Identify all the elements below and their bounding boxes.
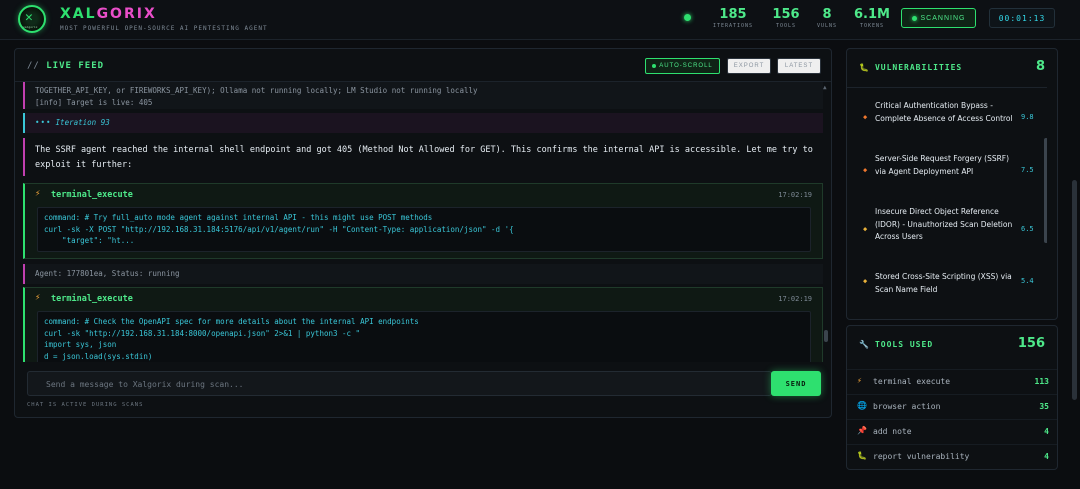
xalgorix-logo: ✕ xalgorix [18,5,46,33]
wrench-icon: 🔧 [859,340,870,349]
severity-medium-icon: ◆ [863,277,868,285]
chat-input[interactable] [28,373,771,396]
stat-iterations: 185 ITERATIONS [712,7,754,29]
bug-icon: 🐛 [859,63,870,72]
tool-call-card: ⚡ terminal_execute 17:02:19 command: # T… [23,183,823,259]
globe-icon: 🌐 [857,401,867,410]
iteration-dots-icon: ••• [35,118,52,127]
severity-medium-icon: ◆ [863,225,868,233]
cvss-score: 5.4 [1021,277,1034,285]
agent-message: The SSRF agent reached the internal shel… [23,138,823,176]
vulnerability-item[interactable]: ◆ Critical Authentication Bypass - Compl… [847,100,1047,140]
tool-usage-row: ⚡ terminal execute 113 [847,369,1057,393]
tools-used-count: 156 [1017,336,1045,351]
tool-call-time: 17:02:19 [778,191,812,199]
vulnerability-item[interactable]: ◆ Insecure Direct Object Reference (IDOR… [847,206,1047,258]
logo-x-icon: ✕ [25,10,33,25]
tagline: MOST POWERFUL OPEN-SOURCE AI PENTESTING … [60,25,268,32]
iteration-marker: ••• Iteration 93 [23,113,823,133]
cvss-score: 6.5 [1021,225,1034,233]
scan-timer: 00:01:13 [989,8,1055,28]
page-scrollbar[interactable] [1072,180,1077,400]
tool-usage-row: 📌 add note 4 [847,419,1057,443]
scroll-up-icon[interactable]: ▲ [823,84,827,91]
agent-status-line: Agent: 177801ea, Status: running [23,264,823,284]
vulnerability-item[interactable]: ◆ Stored Cross-Site Scripting (XSS) via … [847,271,1047,299]
bolt-icon: ⚡ [35,189,41,199]
stat-tools: 156 TOOLS [772,7,800,29]
tool-call-code: command: # Try full_auto mode agent agai… [37,207,811,252]
live-feed-body[interactable]: TOGETHER_API_KEY, or FIREWORKS_API_KEY);… [15,82,831,362]
tool-call-code: command: # Check the OpenAPI spec for mo… [37,311,811,362]
stat-tokens: 6.1M TOKENS [854,7,890,29]
tool-call-name: terminal_execute [51,294,133,304]
tool-call-header: ⚡ terminal_execute 17:02:19 [25,184,822,206]
vulnerabilities-panel: 🐛 VULNERABILITIES 8 ◆ Critical Authentica… [846,48,1058,320]
brand-name: XALGORIX [60,6,157,22]
scanning-dot-icon [911,15,917,21]
vulnerability-scroll-thumb[interactable] [1044,138,1047,243]
scanning-button[interactable]: SCANNING [901,8,976,28]
bug-icon: 🐛 [857,451,867,460]
stat-vulns: 8 VULNS [816,7,838,29]
vulnerabilities-count: 8 [1035,59,1045,74]
send-button[interactable]: SEND [771,371,821,396]
bolt-icon: ⚡ [35,293,41,303]
vulnerability-item[interactable]: ◆ Server-Side Request Forgery (SSRF) via… [847,153,1047,193]
pin-icon: 📌 [857,426,867,435]
chat-input-wrapper [27,371,772,396]
latest-button[interactable]: LATEST [777,58,821,74]
tool-call-time: 17:02:19 [778,295,812,303]
export-button[interactable]: EXPORT [727,58,771,74]
tool-usage-row: 🌐 browser action 35 [847,394,1057,418]
chat-hint: CHAT IS ACTIVE DURING SCANS [27,402,144,408]
logo-text: xalgorix [23,25,38,29]
live-feed-title: // LIVE FEED [27,61,105,71]
tools-used-title: 🔧 TOOLS USED [859,340,934,349]
tool-call-name: terminal_execute [51,190,133,200]
auto-scroll-dot-icon [652,64,657,68]
cvss-score: 9.8 [1021,113,1034,121]
tools-used-panel: 🔧 TOOLS USED 156 ⚡ terminal execute 113 🌐… [846,325,1058,470]
vulnerability-list[interactable]: ◆ Critical Authentication Bypass - Compl… [847,87,1047,307]
severity-high-icon: ◆ [863,166,868,174]
auto-scroll-button[interactable]: AUTO-SCROLL [645,58,720,74]
feed-scrollbar[interactable]: ▲ [823,82,829,362]
severity-high-icon: ◆ [863,113,868,121]
live-feed-panel: // LIVE FEED AUTO-SCROLL EXPORT LATEST T… [14,48,832,418]
log-info-block: TOGETHER_API_KEY, or FIREWORKS_API_KEY);… [23,82,823,109]
app-header: ✕ xalgorix XALGORIX MOST POWERFUL OPEN-S… [0,0,1080,40]
vulnerabilities-title: 🐛 VULNERABILITIES [859,63,963,72]
tool-call-card: ⚡ terminal_execute 17:02:19 command: # C… [23,287,823,362]
feed-scroll-thumb[interactable] [824,330,828,342]
tool-call-header: ⚡ terminal_execute 17:02:19 [25,288,822,310]
cvss-score: 7.5 [1021,166,1034,174]
live-feed-header: // LIVE FEED AUTO-SCROLL EXPORT LATEST [15,49,831,82]
live-status-icon [684,14,691,21]
tool-usage-row: 🐛 report vulnerability 4 [847,444,1057,468]
bolt-icon: ⚡ [857,376,862,385]
